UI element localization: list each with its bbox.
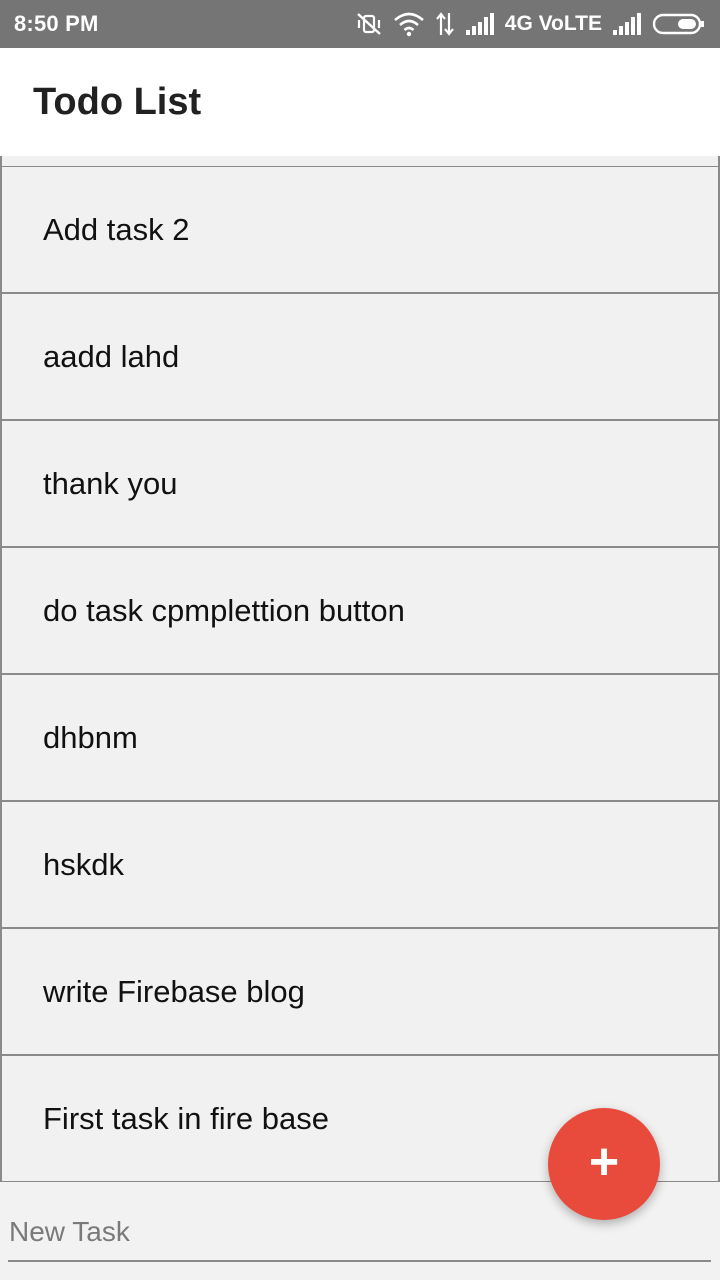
task-item[interactable]: Add task 2 bbox=[0, 166, 720, 293]
task-label: First task in fire base bbox=[43, 1100, 329, 1136]
task-item[interactable]: hskdk bbox=[0, 801, 720, 928]
task-label: write Firebase blog bbox=[43, 973, 305, 1009]
task-item[interactable]: write Firebase blog bbox=[0, 928, 720, 1055]
status-time: 8:50 PM bbox=[14, 11, 99, 36]
plus-icon: + bbox=[588, 1133, 620, 1191]
task-item[interactable]: aadd lahd bbox=[0, 293, 720, 420]
task-label: do task cpmplettion button bbox=[43, 592, 405, 628]
task-item[interactable]: do task cpmplettion button bbox=[0, 547, 720, 674]
battery-icon bbox=[652, 12, 706, 36]
network-label: 4G VoLTE bbox=[504, 12, 602, 35]
task-label: Add task 2 bbox=[43, 211, 190, 247]
task-list[interactable]: Add task 2 aadd lahd thank you do task c… bbox=[0, 156, 720, 1182]
status-icons: 4G VoLTE bbox=[355, 11, 706, 37]
page-title: Todo List bbox=[33, 80, 202, 123]
signal-icon bbox=[465, 12, 495, 36]
task-label: thank you bbox=[43, 465, 178, 501]
task-item[interactable]: thank you bbox=[0, 420, 720, 547]
data-transfer-icon bbox=[435, 11, 455, 37]
task-item[interactable]: dhbnm bbox=[0, 674, 720, 801]
signal-icon-2 bbox=[612, 12, 642, 36]
task-label: hskdk bbox=[43, 846, 124, 882]
vibrate-off-icon bbox=[355, 11, 383, 37]
task-label: dhbnm bbox=[43, 719, 138, 755]
task-label: aadd lahd bbox=[43, 338, 180, 374]
list-item-partial bbox=[0, 156, 720, 166]
add-task-button[interactable]: + bbox=[548, 1108, 660, 1220]
wifi-icon bbox=[393, 11, 425, 37]
status-bar: 8:50 PM 4G VoLTE bbox=[0, 0, 720, 48]
app-bar: Todo List bbox=[0, 48, 720, 156]
